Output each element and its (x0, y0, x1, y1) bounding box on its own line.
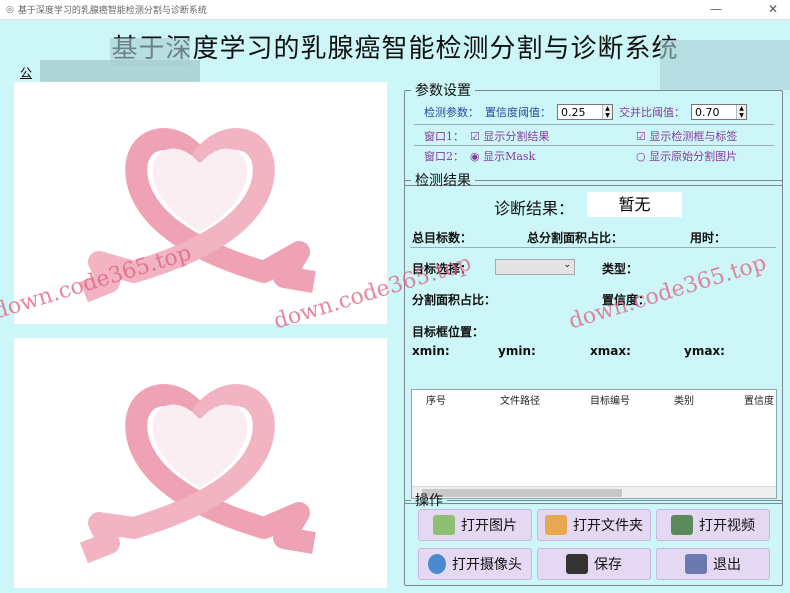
ymin-label: ymin: (498, 344, 536, 358)
spin-arrows-icon[interactable]: ▲ ▼ (736, 105, 746, 119)
folder-icon (545, 515, 567, 535)
params-legend: 参数设置 (415, 83, 471, 99)
open-camera-button[interactable]: 打开摄像头 (418, 548, 532, 580)
iou-threshold-label: 交并比阈值： (619, 106, 685, 119)
column-header[interactable]: 目标编号 (590, 392, 630, 407)
column-header[interactable]: 序号 (426, 392, 446, 407)
show-mask-label: 显示Mask (483, 150, 536, 163)
divider (414, 124, 774, 125)
show-seg-checkbox[interactable]: ☑ 显示分割结果 (470, 128, 549, 144)
camera-icon (428, 554, 446, 574)
results-table[interactable]: 序号 文件路径 目标编号 类别 置信度 (411, 389, 777, 499)
exit-button[interactable]: 退出 (656, 548, 770, 580)
divider (414, 145, 774, 146)
xmax-label: xmax: (590, 344, 631, 358)
title-bar: ◎ 基于深度学习的乳腺癌智能检测分割与诊断系统 — ✕ (0, 0, 790, 20)
show-box-checkbox[interactable]: ☑ 显示检测框与标签 (636, 128, 737, 144)
conf-value: 0.25 (561, 105, 586, 119)
author-link[interactable]: 公 (20, 64, 32, 81)
pink-ribbon-heart-image (79, 384, 316, 564)
exit-icon (685, 554, 707, 574)
image-icon (433, 515, 455, 535)
app-window: 基于深度学习的乳腺癌智能检测分割与诊断系统 公 参数设置 检测参数： 置信度阈值… (0, 20, 790, 593)
save-button[interactable]: 保存 (537, 548, 651, 580)
diagnosis-label: 诊断结果： (494, 199, 575, 218)
total-targets-label: 总目标数： (412, 231, 473, 245)
conf-threshold-spinbox[interactable]: 0.25 ▲ ▼ (557, 104, 613, 120)
save-label: 保存 (594, 557, 622, 573)
seg-area-label: 分割面积占比： (412, 293, 497, 307)
open-folder-label: 打开文件夹 (573, 518, 643, 534)
open-video-label: 打开视频 (699, 518, 755, 534)
show-original-label: 显示原始分割图片 (649, 150, 738, 163)
iou-threshold-spinbox[interactable]: 0.70 ▲ ▼ (691, 104, 747, 120)
ymax-label: ymax: (684, 344, 725, 358)
show-mask-radio[interactable]: ◉ 显示Mask (470, 148, 535, 164)
conf-threshold-label: 置信度阈值： (485, 106, 551, 119)
box-position-label: 目标框位置： (412, 325, 485, 339)
open-camera-label: 打开摄像头 (452, 557, 522, 573)
column-header[interactable]: 置信度 (744, 392, 774, 407)
iou-value: 0.70 (695, 105, 720, 119)
window-title: 基于深度学习的乳腺癌智能检测分割与诊断系统 (17, 6, 207, 16)
exit-label: 退出 (713, 557, 741, 573)
show-seg-label: 显示分割结果 (483, 130, 550, 143)
chevron-down-icon: ⌄ (563, 260, 571, 270)
window1-label: 窗口1： (424, 130, 464, 143)
diagnosis-value: 暂无 (587, 192, 682, 217)
total-area-label: 总分割面积占比： (527, 231, 624, 245)
window2-label: 窗口2： (424, 150, 464, 163)
results-legend: 检测结果 (415, 173, 471, 189)
operations-legend: 操作 (415, 493, 443, 509)
show-box-label: 显示检测框与标签 (649, 130, 738, 143)
open-folder-button[interactable]: 打开文件夹 (537, 509, 651, 541)
save-icon (566, 554, 588, 574)
open-video-button[interactable]: 打开视频 (656, 509, 770, 541)
video-icon (671, 515, 693, 535)
app-icon: ◎ (6, 4, 14, 15)
spin-arrows-icon[interactable]: ▲ ▼ (602, 105, 612, 119)
xmin-label: xmin: (412, 344, 450, 358)
type-label: 类型： (602, 262, 639, 276)
mosaic-blur (110, 38, 190, 66)
open-image-label: 打开图片 (461, 518, 517, 534)
close-button[interactable]: ✕ (768, 2, 778, 16)
open-image-button[interactable]: 打开图片 (418, 509, 532, 541)
column-header[interactable]: 类别 (674, 392, 694, 407)
result-image-panel (14, 338, 387, 588)
target-select-dropdown[interactable]: ⌄ (495, 259, 575, 275)
minimize-button[interactable]: — (710, 2, 722, 16)
divider (410, 247, 776, 248)
show-original-radio[interactable]: ○ 显示原始分割图片 (636, 148, 737, 164)
column-header[interactable]: 文件路径 (500, 392, 540, 407)
time-label: 用时： (690, 231, 727, 245)
detect-params-label: 检测参数： (424, 106, 479, 119)
